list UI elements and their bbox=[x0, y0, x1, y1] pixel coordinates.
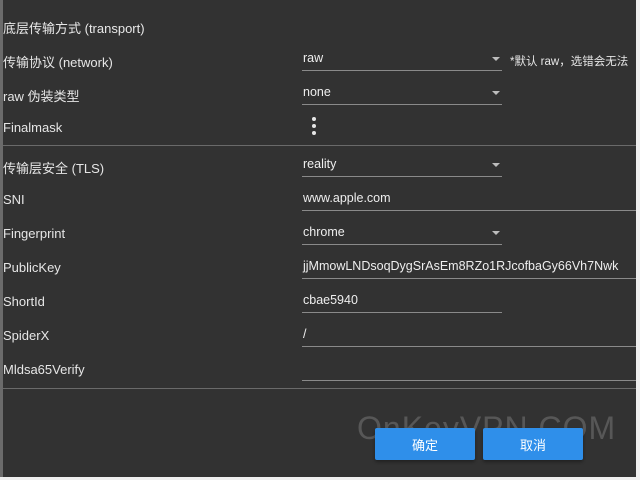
fingerprint-value: chrome bbox=[303, 225, 345, 239]
right-border bbox=[636, 0, 640, 480]
public-key-value: jjMmowLNDsoqDygSrAsEm8RZo1RJcofbaGy66Vh7… bbox=[303, 259, 619, 273]
tls-select[interactable]: reality bbox=[302, 153, 502, 177]
cancel-button[interactable]: 取消 bbox=[483, 428, 583, 460]
tls-value: reality bbox=[303, 157, 337, 171]
mldsa-label: Mldsa65Verify bbox=[3, 362, 85, 377]
sni-input[interactable]: www.apple.com bbox=[302, 187, 636, 211]
sni-value: www.apple.com bbox=[303, 191, 391, 205]
section-title: 底层传输方式 (transport) bbox=[3, 21, 145, 36]
short-id-value: cbae5940 bbox=[303, 293, 358, 307]
divider bbox=[3, 145, 636, 146]
tls-label: 传输层安全 (TLS) bbox=[3, 161, 105, 176]
network-value: raw bbox=[303, 51, 324, 65]
network-hint: *默认 raw，选错会无法 bbox=[510, 56, 629, 68]
network-select[interactable]: raw bbox=[302, 47, 502, 71]
spider-x-label: SpiderX bbox=[3, 328, 50, 343]
finalmask-label: Finalmask bbox=[3, 120, 63, 135]
public-key-input[interactable]: jjMmowLNDsoqDygSrAsEm8RZo1RJcofbaGy66Vh7… bbox=[302, 255, 636, 279]
fingerprint-select[interactable]: chrome bbox=[302, 221, 502, 245]
chevron-down-icon bbox=[492, 91, 500, 95]
short-id-input[interactable]: cbae5940 bbox=[302, 289, 502, 313]
chevron-down-icon bbox=[492, 57, 500, 61]
public-key-label: PublicKey bbox=[3, 260, 61, 275]
spider-x-input[interactable]: / bbox=[302, 323, 636, 347]
transport-settings-dialog: 底层传输方式 (transport) 传输协议 (network) raw *默… bbox=[0, 0, 640, 480]
short-id-label: ShortId bbox=[3, 294, 45, 309]
divider bbox=[3, 388, 636, 389]
chevron-down-icon bbox=[492, 163, 500, 167]
raw-disguise-value: none bbox=[303, 85, 331, 99]
sni-label: SNI bbox=[3, 192, 25, 207]
raw-disguise-select[interactable]: none bbox=[302, 81, 502, 105]
mldsa-input[interactable] bbox=[302, 357, 636, 381]
spider-x-value: / bbox=[303, 327, 307, 341]
chevron-down-icon bbox=[492, 231, 500, 235]
network-label: 传输协议 (network) bbox=[3, 55, 113, 70]
raw-disguise-label: raw 伪装类型 bbox=[3, 89, 80, 104]
confirm-button[interactable]: 确定 bbox=[375, 428, 475, 460]
more-vertical-icon[interactable] bbox=[309, 116, 319, 136]
fingerprint-label: Fingerprint bbox=[3, 226, 66, 241]
